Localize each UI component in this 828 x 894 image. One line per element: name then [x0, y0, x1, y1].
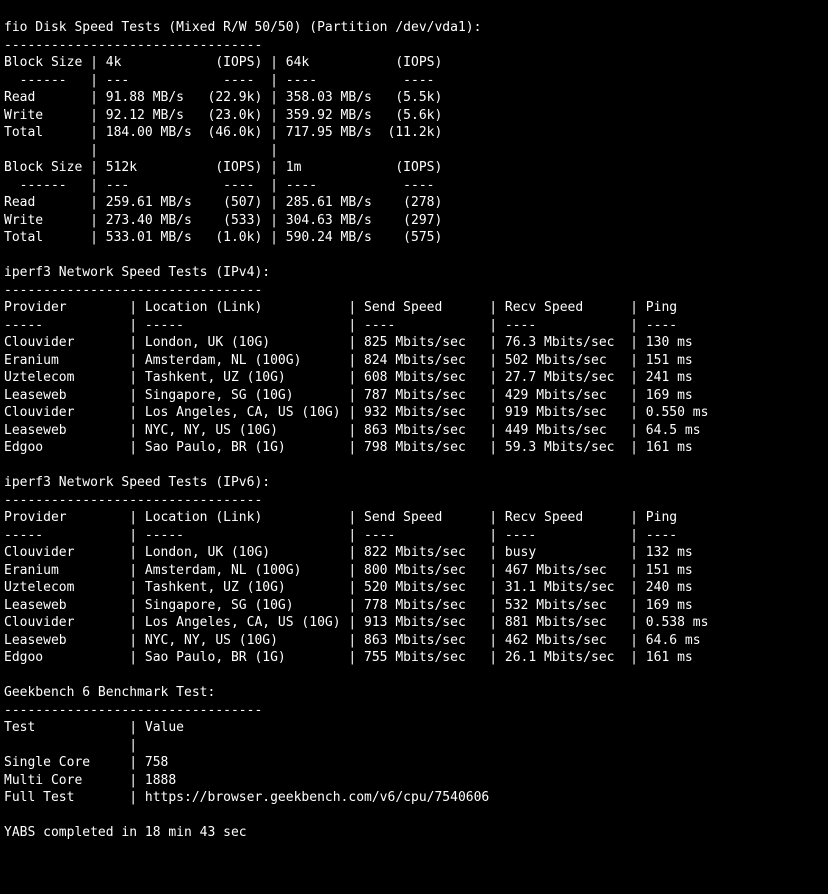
- terminal-output: fio Disk Speed Tests (Mixed R/W 50/50) (…: [0, 13, 828, 848]
